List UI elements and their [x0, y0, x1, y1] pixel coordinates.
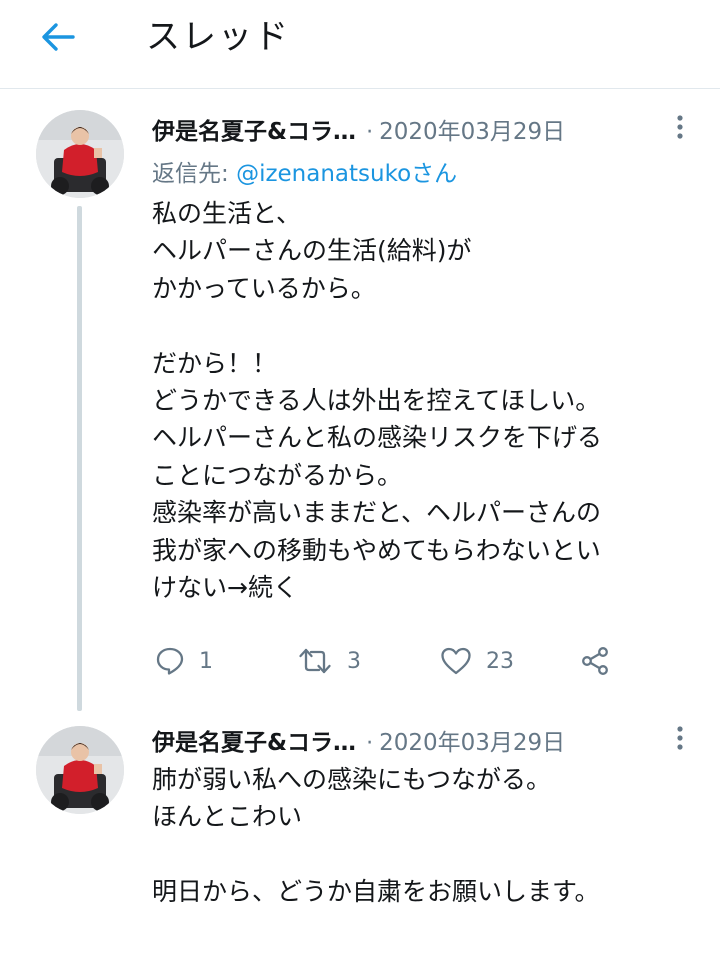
share-icon [582, 647, 608, 675]
retweet-icon [299, 648, 331, 674]
tweet-text: 肺が弱い私への感染にもつながる。 ほんとこわい 明日から、どうか自粛をお願いしま… [152, 765, 600, 907]
avatar-photo [36, 110, 124, 198]
meta-separator: · [366, 120, 374, 145]
heart-icon [441, 647, 471, 675]
more-vertical-icon [677, 726, 683, 750]
tweet-header: 伊是名夏子&コラ… · 2020年03月29日 [152, 112, 565, 146]
tweet-date[interactable]: 2020年03月29日 [379, 723, 565, 757]
tweet-actions: 1 3 23 [155, 641, 625, 681]
reply-to-line: 返信先: @izenanatsukoさん [152, 154, 457, 188]
like-button[interactable]: 23 [440, 641, 514, 681]
more-options-button[interactable] [666, 721, 694, 755]
reply-button[interactable]: 1 [155, 641, 213, 681]
reply-to-label: 返信先: [152, 161, 229, 187]
avatar[interactable] [36, 726, 124, 814]
author-name[interactable]: 伊是名夏子&コラ… [152, 723, 356, 757]
more-options-button[interactable] [666, 110, 694, 144]
avatar[interactable] [36, 110, 124, 198]
meta-separator: · [366, 731, 374, 756]
tweet-date[interactable]: 2020年03月29日 [379, 112, 565, 146]
tweet-2[interactable]: 伊是名夏子&コラ… · 2020年03月29日 肺が弱い私への感染にもつながる。… [0, 710, 720, 958]
retweet-count: 3 [347, 648, 361, 674]
retweet-button[interactable]: 3 [297, 641, 361, 681]
thread-connector-line [77, 206, 82, 711]
reply-icon [156, 647, 184, 675]
like-count: 23 [486, 648, 514, 674]
tweet-text: 私の生活と、 ヘルパーさんの生活(給料)が かかっているから。 だから！！ どう… [152, 199, 603, 603]
tweet-1[interactable]: 伊是名夏子&コラ… · 2020年03月29日 返信先: @izenanatsu… [0, 0, 720, 711]
reply-count: 1 [199, 648, 213, 674]
share-button[interactable] [580, 641, 610, 681]
more-vertical-icon [677, 115, 683, 139]
tweet-header: 伊是名夏子&コラ… · 2020年03月29日 [152, 723, 565, 757]
avatar-photo [36, 726, 124, 814]
reply-to-handle[interactable]: @izenanatsukoさん [236, 161, 457, 187]
author-name[interactable]: 伊是名夏子&コラ… [152, 112, 356, 146]
